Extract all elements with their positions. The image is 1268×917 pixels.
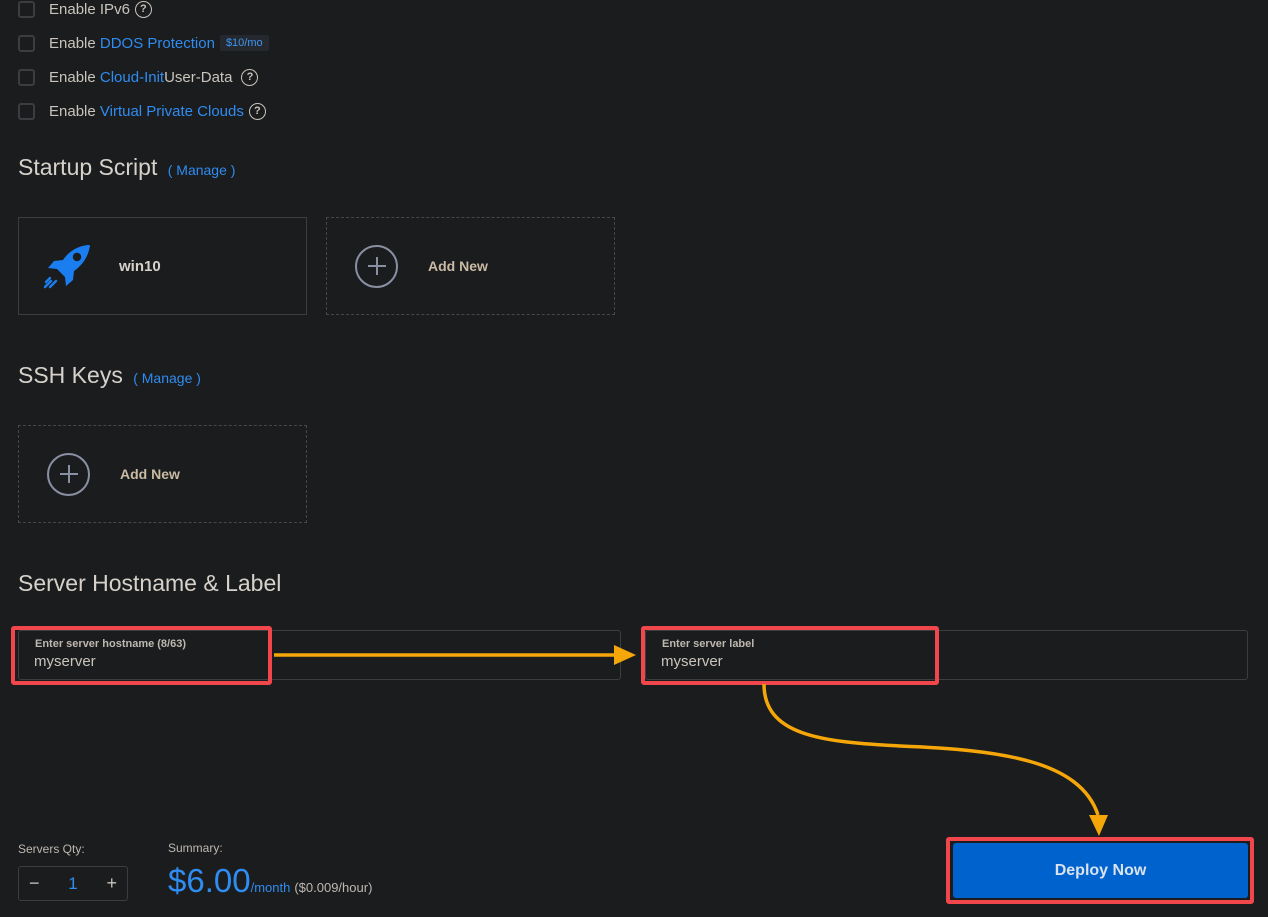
script-name: win10 [119, 257, 161, 275]
startup-script-heading: Startup Script ( Manage ) [18, 154, 235, 181]
quantity-stepper[interactable]: − 1 + [18, 866, 128, 901]
label-field[interactable]: Enter server label [645, 630, 1248, 680]
option-prefix: Enable [49, 0, 96, 18]
section-title: SSH Keys [18, 362, 123, 388]
hostname-field[interactable]: Enter server hostname (8/63) [18, 630, 621, 680]
option-text: IPv6 [99, 0, 130, 18]
option-text: User-Data [164, 68, 233, 86]
section-title: Startup Script [18, 154, 158, 180]
ddos-checkbox[interactable] [18, 34, 35, 52]
option-prefix: Enable [49, 34, 96, 52]
add-new-label: Add New [428, 258, 488, 274]
rocket-icon [43, 245, 90, 289]
manage-startup-link[interactable]: ( Manage ) [168, 162, 236, 178]
ipv6-checkbox[interactable] [18, 0, 35, 18]
option-vpc[interactable]: Enable Virtual Private Clouds ? [18, 100, 266, 122]
add-ssh-key-button[interactable]: Add New [18, 425, 307, 523]
qty-value[interactable]: 1 [68, 874, 77, 894]
add-new-label: Add New [120, 466, 180, 482]
vpc-checkbox[interactable] [18, 102, 35, 120]
ddos-link[interactable]: DDOS Protection [100, 35, 215, 52]
help-icon[interactable]: ? [248, 102, 266, 120]
help-icon[interactable]: ? [134, 0, 152, 18]
deploy-now-button[interactable]: Deploy Now [953, 843, 1248, 898]
help-icon[interactable]: ? [241, 68, 259, 86]
arrow-head [1089, 815, 1108, 836]
hostname-field-label: Enter server hostname (8/63) [35, 638, 187, 650]
label-input[interactable] [661, 653, 881, 670]
plus-circle-icon [47, 452, 90, 496]
cloud-init-link[interactable]: Cloud-Init [100, 69, 164, 86]
plus-circle-icon [355, 244, 398, 288]
add-startup-script-button[interactable]: Add New [326, 217, 615, 315]
hostname-label-heading: Server Hostname & Label [18, 570, 282, 596]
hostname-input[interactable] [34, 653, 254, 670]
price-badge: $10/mo [219, 35, 269, 51]
monthly-price: $6.00 [168, 862, 251, 899]
option-prefix: Enable [49, 102, 96, 120]
option-prefix: Enable [49, 68, 96, 86]
option-ddos[interactable]: Enable DDOS Protection $10/mo [18, 32, 269, 54]
label-field-label: Enter server label [662, 638, 755, 650]
servers-qty-label: Servers Qty: [18, 842, 85, 856]
option-cloud-init[interactable]: Enable Cloud-Init User-Data ? [18, 66, 259, 88]
option-ipv6[interactable]: Enable IPv6 ? [18, 0, 152, 20]
per-month: /month [250, 880, 291, 895]
startup-script-card[interactable]: win10 [18, 217, 307, 315]
price-summary: $6.00 /month ($0.009/hour) [168, 862, 372, 900]
manage-ssh-link[interactable]: ( Manage ) [133, 370, 201, 386]
cloud-init-checkbox[interactable] [18, 68, 35, 86]
hourly-price: ($0.009/hour) [294, 880, 373, 895]
curved-arrow-line [762, 683, 1100, 816]
qty-decrement-button[interactable]: − [29, 873, 40, 894]
summary-label: Summary: [168, 841, 223, 855]
qty-increment-button[interactable]: + [106, 873, 117, 894]
vpc-link[interactable]: Virtual Private Clouds [100, 103, 244, 120]
ssh-keys-heading: SSH Keys ( Manage ) [18, 362, 201, 389]
